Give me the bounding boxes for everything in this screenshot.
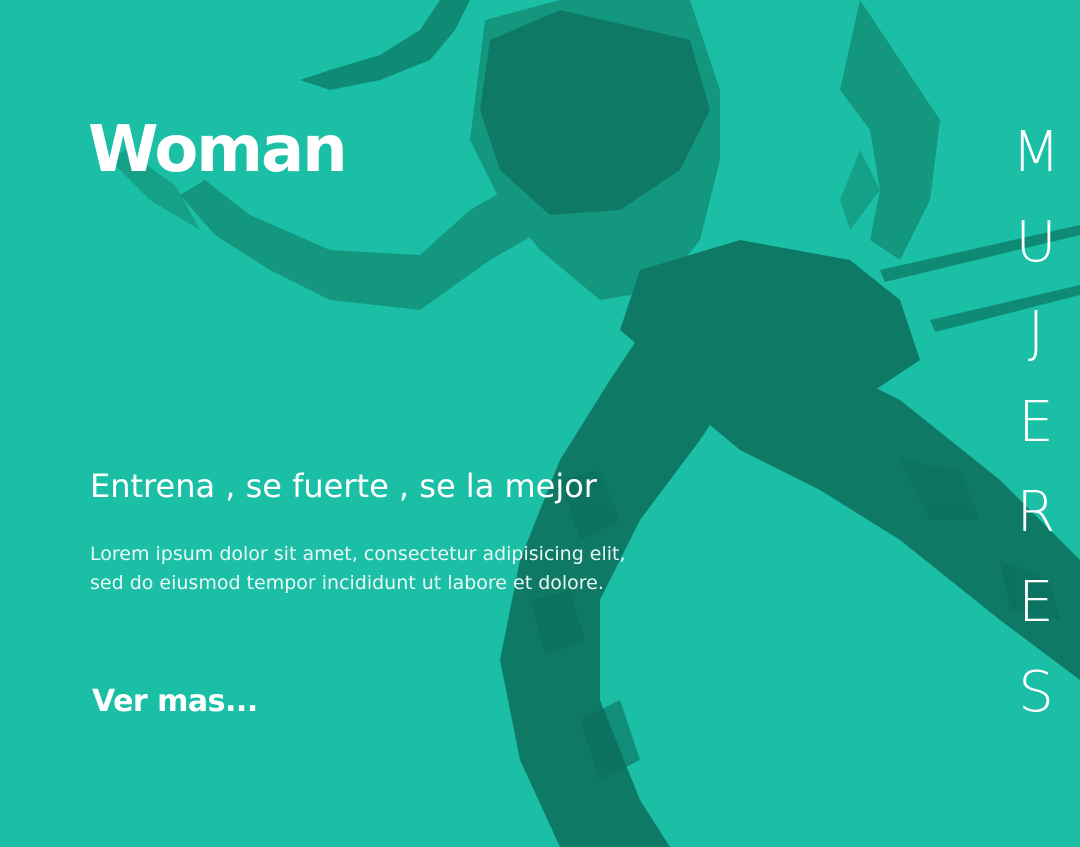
vertical-letter: M [1011,120,1061,185]
vertical-letter: R [1016,480,1056,545]
hero-description: Lorem ipsum dolor sit amet, consectetur … [90,540,690,598]
hero-title: Woman [88,113,348,187]
vertical-letter: E [1018,570,1054,635]
vertical-letter: U [1015,210,1057,275]
vertical-word-mujeres: M U J E R E S [996,108,1076,738]
vertical-letter: J [1027,300,1045,365]
vertical-letter: S [1018,660,1054,725]
hero-subtitle: Entrena , se fuerte , se la mejor [90,467,597,505]
hero-description-line: sed do eiusmod tempor incididunt ut labo… [90,572,604,594]
see-more-link[interactable]: Ver mas... [92,680,258,724]
vertical-letter: E [1018,390,1054,455]
hero-description-line: Lorem ipsum dolor sit amet, consectetur … [90,543,626,565]
hero-banner: Woman Entrena , se fuerte , se la mejor … [0,0,1080,847]
